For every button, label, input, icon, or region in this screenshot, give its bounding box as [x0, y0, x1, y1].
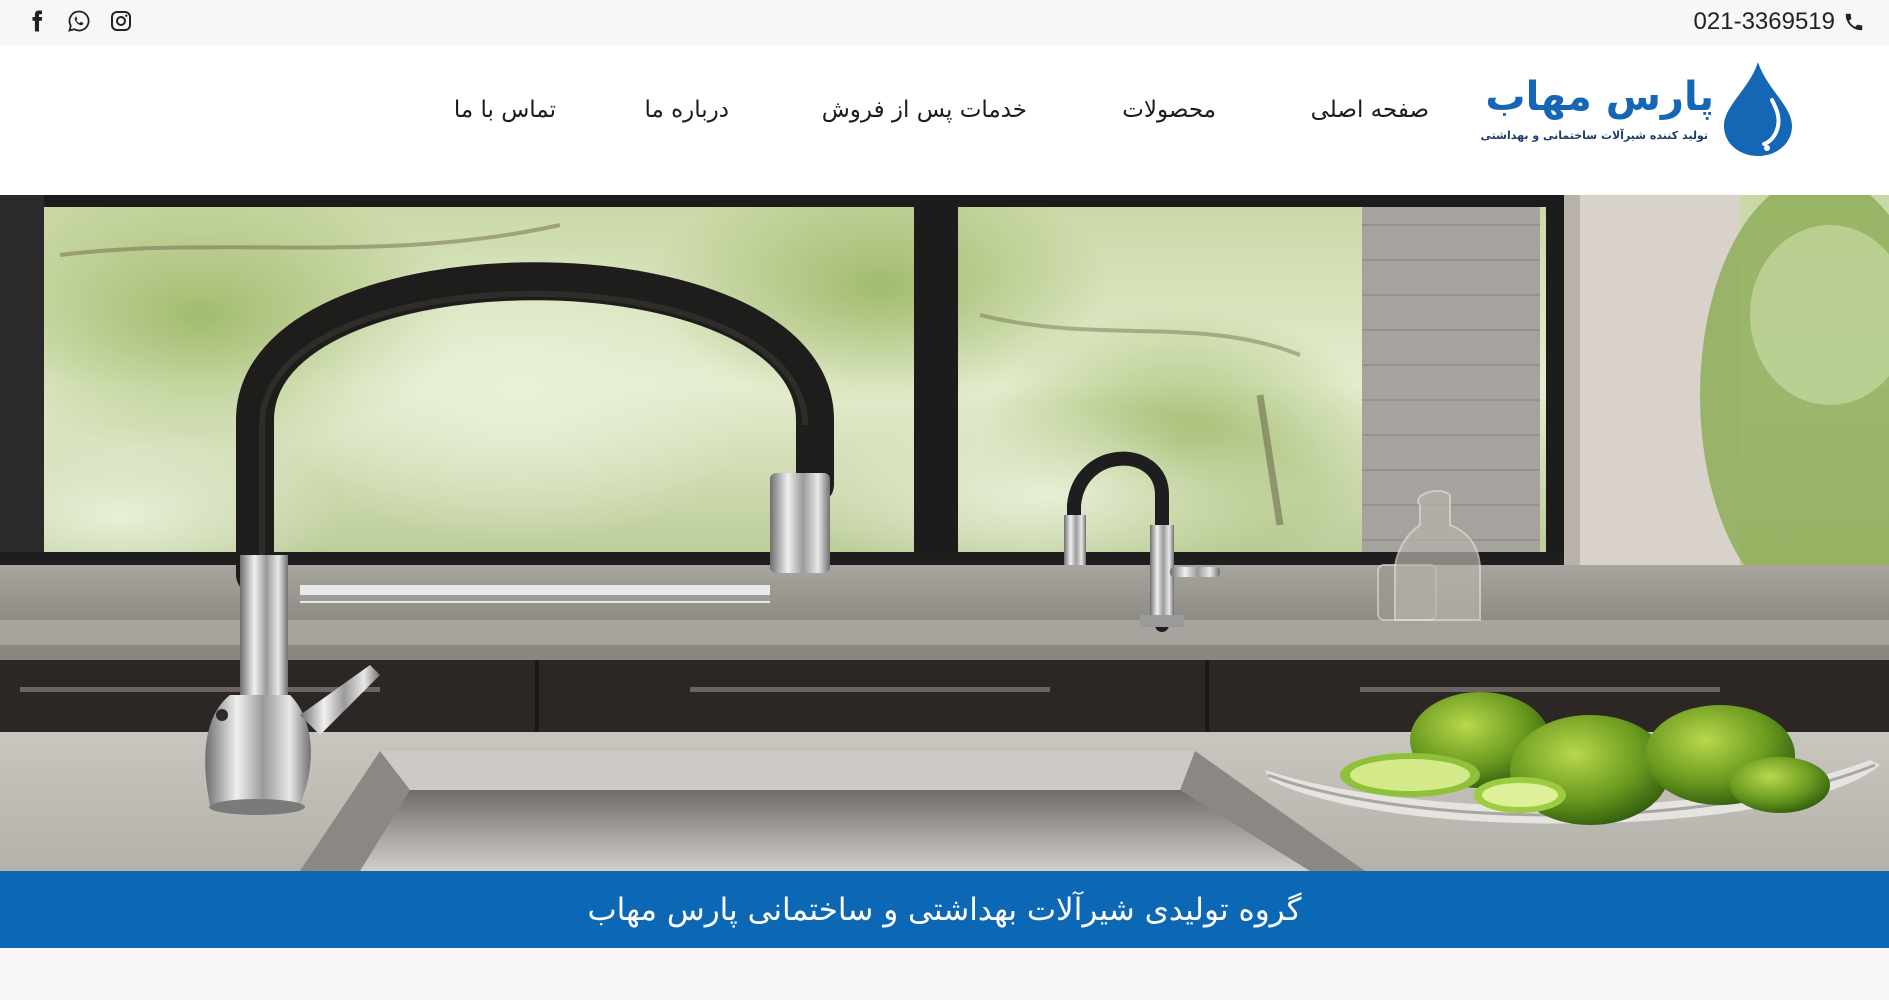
hero-kitchen-faucet-image	[0, 195, 1889, 871]
phone-number[interactable]: 021-3369519	[1694, 8, 1835, 36]
top-bar: 021-3369519	[0, 0, 1889, 45]
banner-text: گروه تولیدی شیرآلات بهداشتی و ساختمانی پ…	[587, 891, 1302, 928]
facebook-icon[interactable]	[24, 6, 50, 36]
logo-subtitle: تولید کننده شیرآلات ساختمانی و بهداشتی	[1480, 129, 1708, 142]
phone-icon	[1843, 11, 1865, 33]
phone-contact[interactable]: 021-3369519	[1694, 5, 1865, 39]
nav-item-about-us[interactable]: درباره ما	[644, 97, 729, 123]
social-links	[24, 6, 134, 36]
site-header: پارس مهاب تولید کننده شیرآلات ساختمانی و…	[0, 45, 1889, 195]
nav-item-products[interactable]: محصولات	[1122, 97, 1216, 123]
water-drop-logo-icon	[1724, 62, 1792, 156]
whatsapp-icon[interactable]	[66, 6, 92, 36]
logo-title: پارس مهاب	[1485, 74, 1715, 120]
site-logo[interactable]: پارس مهاب تولید کننده شیرآلات ساختمانی و…	[1481, 60, 1796, 162]
nav-item-after-sales-service[interactable]: خدمات پس از فروش	[822, 97, 1027, 123]
tagline-banner: گروه تولیدی شیرآلات بهداشتی و ساختمانی پ…	[0, 871, 1889, 948]
instagram-icon[interactable]	[108, 6, 134, 36]
page-bottom-strip	[0, 948, 1889, 1000]
nav-item-contact-us[interactable]: تماس با ما	[454, 97, 556, 123]
nav-item-home[interactable]: صفحه اصلی	[1311, 97, 1429, 123]
